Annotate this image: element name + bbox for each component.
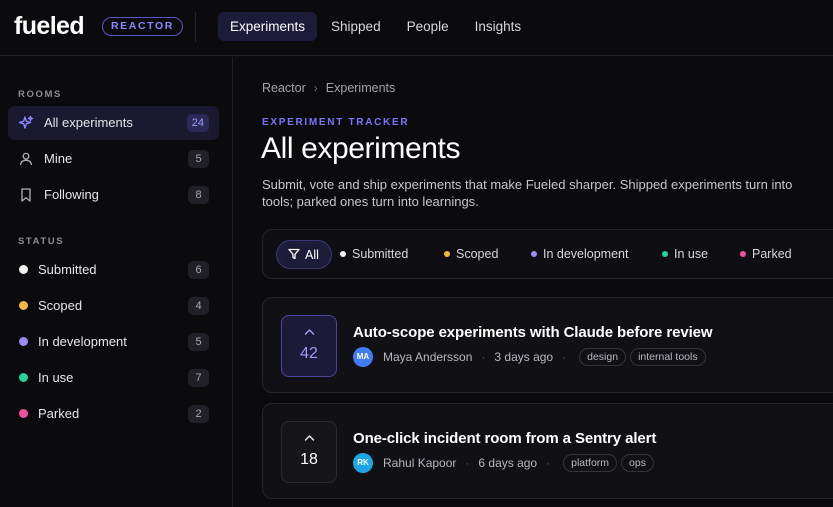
author-name[interactable]: Maya Andersson (383, 350, 472, 364)
tag[interactable]: internal tools (630, 348, 706, 366)
status-filter-bar: All Submitted Scoped In development In u… (262, 229, 833, 279)
nav-shipped[interactable]: Shipped (319, 12, 393, 41)
vote-count: 42 (300, 345, 318, 362)
sidebar-item-label: Following (44, 187, 99, 202)
filter-all[interactable]: All (276, 240, 332, 269)
count-badge: 8 (188, 186, 209, 204)
count-badge: 6 (188, 261, 209, 279)
filter-all-label: All (305, 248, 319, 262)
main-content: Reactor › Experiments EXPERIMENT TRACKER… (234, 57, 833, 507)
sidebar-item-parked[interactable]: Parked 2 (8, 397, 219, 431)
upvote-button[interactable]: 18 (281, 421, 337, 483)
experiment-meta: RK Rahul Kapoor · 6 days ago · platform … (353, 453, 654, 473)
status-dot-icon (340, 251, 346, 257)
sidebar-item-label: All experiments (44, 115, 133, 130)
upvote-button[interactable]: 42 (281, 315, 337, 377)
avatar: MA (353, 347, 373, 367)
filter-label: Submitted (352, 247, 409, 261)
sidebar-item-label: Submitted (38, 262, 97, 277)
nav-experiments[interactable]: Experiments (218, 12, 318, 41)
tag[interactable]: platform (563, 454, 618, 472)
meta-separator: · (562, 350, 567, 364)
status-dot-icon (444, 251, 450, 257)
sidebar-item-all-experiments[interactable]: All experiments 24 (8, 106, 219, 140)
sidebar-item-in-development[interactable]: In development 5 (8, 325, 219, 359)
filter-submitted[interactable]: Submitted (340, 240, 408, 269)
count-badge: 2 (188, 405, 209, 423)
avatar: RK (353, 453, 373, 473)
experiment-title[interactable]: Auto-scope experiments with Claude befor… (353, 324, 713, 341)
nav-insights[interactable]: Insights (463, 12, 534, 41)
status-section-label: STATUS (18, 236, 65, 247)
experiment-meta: MA Maya Andersson · 3 days ago · design … (353, 347, 706, 367)
filter-scoped[interactable]: Scoped (444, 240, 498, 269)
header-divider (195, 12, 196, 42)
sidebar-item-mine[interactable]: Mine 5 (8, 142, 219, 176)
chevron-right-icon: › (313, 81, 318, 95)
experiment-card[interactable]: 42 Auto-scope experiments with Claude be… (262, 297, 833, 393)
breadcrumb-reactor[interactable]: Reactor (262, 81, 306, 95)
sidebar-item-label: Parked (38, 406, 80, 421)
meta-separator: · (465, 456, 470, 470)
sidebar-item-label: Mine (44, 151, 73, 166)
experiment-card[interactable]: 18 One-click incident room from a Sentry… (262, 403, 833, 499)
status-dot-icon (19, 301, 28, 310)
meta-separator: · (481, 350, 486, 364)
sidebar-item-scoped[interactable]: Scoped 4 (8, 289, 219, 323)
rooms-section-label: ROOMS (18, 89, 62, 100)
sidebar-item-label: In use (38, 370, 74, 385)
filter-label: In development (543, 247, 629, 261)
status-dot-icon (19, 265, 28, 274)
filter-in-use[interactable]: In use (662, 240, 708, 269)
count-badge: 5 (188, 150, 209, 168)
tag[interactable]: ops (621, 454, 654, 472)
filter-in-development[interactable]: In development (531, 240, 628, 269)
top-bar: fueled REACTOR Experiments Shipped Peopl… (0, 0, 833, 56)
filter-label: Parked (752, 247, 792, 261)
sidebar-item-in-use[interactable]: In use 7 (8, 361, 219, 395)
timestamp: 3 days ago (494, 350, 554, 364)
status-dot-icon (662, 251, 668, 257)
timestamp: 6 days ago (478, 456, 538, 470)
sidebar-item-following[interactable]: Following 8 (8, 178, 219, 212)
count-badge: 5 (188, 333, 209, 351)
vote-count: 18 (300, 451, 318, 468)
sidebar-item-label: Scoped (38, 298, 83, 313)
sparkles-icon (18, 115, 34, 129)
main-nav: Experiments Shipped People Insights (218, 12, 533, 41)
count-badge: 4 (188, 297, 209, 315)
filter-label: Scoped (456, 247, 499, 261)
page-eyebrow: EXPERIMENT TRACKER (262, 117, 410, 128)
meta-separator: · (546, 456, 551, 470)
count-badge: 7 (188, 369, 209, 387)
breadcrumb: Reactor › Experiments (262, 81, 395, 95)
sidebar-item-submitted[interactable]: Submitted 6 (8, 253, 219, 287)
reactor-badge: REACTOR (102, 17, 183, 36)
status-dot-icon (19, 373, 28, 382)
user-icon (19, 152, 33, 166)
breadcrumb-experiments[interactable]: Experiments (326, 81, 395, 95)
page-subtitle: Submit, vote and ship experiments that m… (262, 177, 793, 209)
status-dot-icon (19, 337, 28, 346)
nav-people[interactable]: People (395, 12, 461, 41)
experiment-title[interactable]: One-click incident room from a Sentry al… (353, 430, 656, 447)
bookmark-icon (21, 188, 31, 202)
status-dot-icon (531, 251, 537, 257)
author-name[interactable]: Rahul Kapoor (383, 456, 456, 470)
fueled-logo[interactable]: fueled (14, 11, 85, 41)
status-dot-icon (740, 251, 746, 257)
filter-label: In use (674, 247, 709, 261)
sidebar-item-label: In development (38, 334, 127, 349)
page-title: All experiments (261, 132, 461, 165)
filter-parked[interactable]: Parked (740, 240, 792, 269)
chevron-up-icon (304, 435, 315, 441)
status-dot-icon (19, 409, 28, 418)
chevron-up-icon (304, 329, 315, 335)
filter-icon (288, 248, 300, 260)
count-badge: 24 (186, 114, 209, 132)
sidebar: ROOMS All experiments 24 Mine 5 Followin… (0, 57, 233, 507)
tag[interactable]: design (579, 348, 627, 366)
